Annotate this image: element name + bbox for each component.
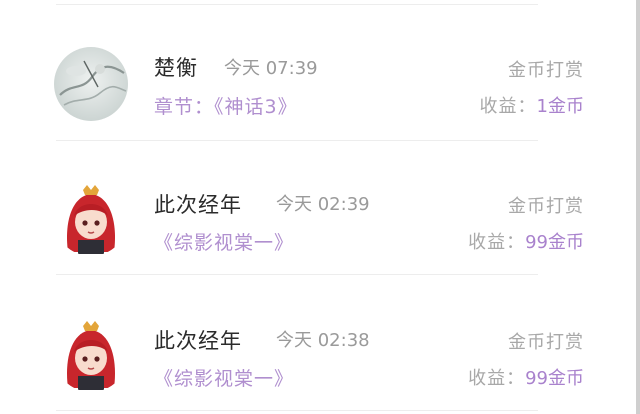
earning-value: 1金币: [536, 96, 584, 117]
work-title[interactable]: 《综影视棠一》: [154, 232, 294, 254]
earning-value: 99金币: [525, 232, 584, 253]
reward-record[interactable]: 此次经年 今天 02:39 金币打赏 《综影视棠一》 收益：99金币: [0, 156, 636, 276]
chapter-info[interactable]: 《综影视棠一》: [154, 364, 294, 391]
earning-info: 收益：99金币: [468, 228, 584, 254]
earning-value: 99金币: [525, 368, 584, 389]
reward-type: 金币打赏: [508, 196, 584, 217]
reward-type: 金币打赏: [508, 60, 584, 81]
red-hair-character-avatar-icon: [54, 318, 128, 392]
row-divider: [56, 140, 538, 141]
reward-record[interactable]: 此次经年 今天 02:38 金币打赏 《综影视棠一》 收益：99金币: [0, 292, 636, 412]
top-divider: [56, 4, 538, 5]
chapter-info[interactable]: 《综影视棠一》: [154, 228, 294, 255]
earning-info: 收益：99金币: [468, 364, 584, 390]
scrollbar-track[interactable]: [636, 0, 640, 414]
earning-info: 收益：1金币: [480, 92, 584, 118]
reward-time: 今天 02:38: [276, 330, 370, 351]
user-avatar[interactable]: [54, 182, 128, 256]
ink-landscape-avatar-icon: [54, 47, 128, 121]
user-avatar[interactable]: [54, 318, 128, 392]
work-title[interactable]: 《神话3》: [214, 96, 298, 118]
earning-label: 收益：: [468, 368, 526, 389]
chapter-info[interactable]: 章节：《神话3》: [154, 92, 298, 119]
reward-record[interactable]: 楚衡 今天 07:39 金币打赏 章节：《神话3》 收益：1金币: [0, 20, 636, 140]
earning-label: 收益：: [479, 96, 537, 117]
chapter-prefix: 章节：: [154, 96, 215, 118]
user-name[interactable]: 此次经年: [154, 189, 242, 219]
reward-type: 金币打赏: [508, 332, 584, 353]
red-hair-character-avatar-icon: [54, 182, 128, 256]
earning-label: 收益：: [468, 232, 526, 253]
reward-time: 今天 02:39: [276, 194, 370, 215]
row-divider: [56, 410, 538, 411]
user-avatar[interactable]: [54, 47, 128, 121]
reward-time: 今天 07:39: [224, 58, 318, 79]
user-name[interactable]: 楚衡: [154, 52, 198, 82]
row-divider: [56, 274, 538, 275]
work-title[interactable]: 《综影视棠一》: [154, 368, 294, 390]
reward-records-screen: 楚衡 今天 07:39 金币打赏 章节：《神话3》 收益：1金币 此次经年 今天…: [0, 0, 640, 414]
user-name[interactable]: 此次经年: [154, 325, 242, 355]
